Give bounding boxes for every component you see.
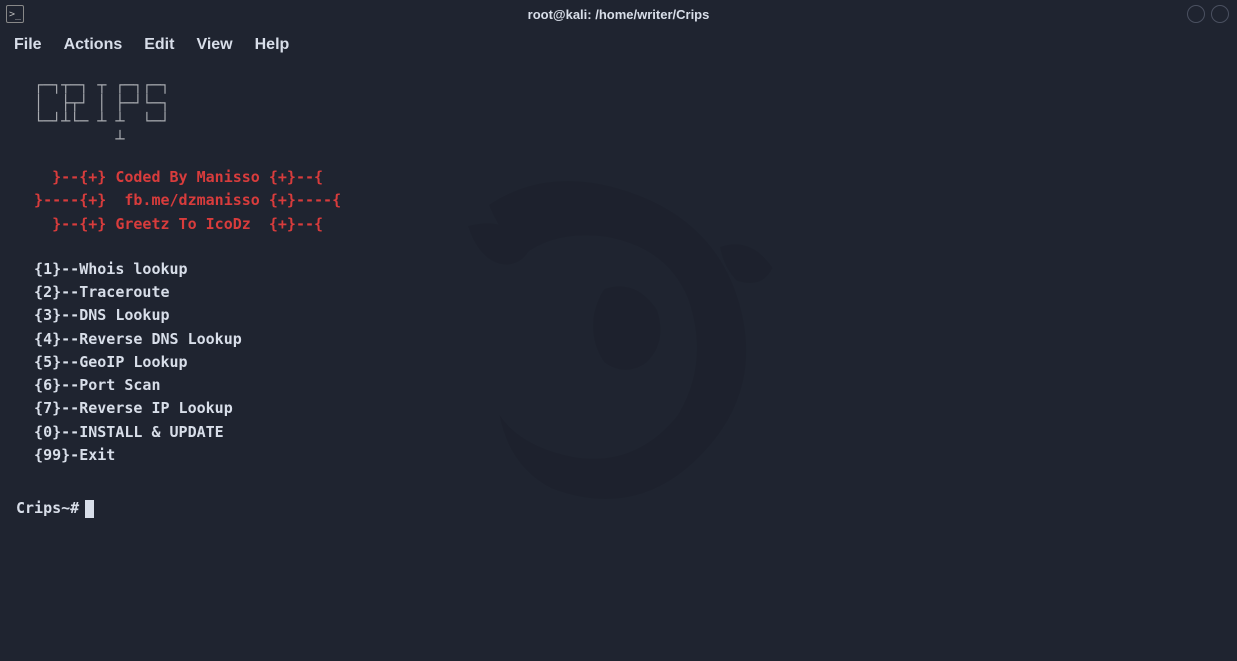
credit-line-2: }----{+} fb.me/dzmanisso {+}----{ <box>16 189 1221 212</box>
menu-actions[interactable]: Actions <box>64 36 123 54</box>
menu-edit[interactable]: Edit <box>144 36 174 54</box>
minimize-button[interactable] <box>1187 5 1205 23</box>
prompt-text: Crips~# <box>16 497 79 520</box>
terminal-area[interactable]: ┌─┐┬─┐ ┬ ┌─┐┌─┐ │ ├┬┘ │ ├─┘└─┐ └─┘┴└─ ┴ … <box>0 62 1237 530</box>
maximize-button[interactable] <box>1211 5 1229 23</box>
credit-line-3: }--{+} Greetz To IcoDz {+}--{ <box>16 213 1221 236</box>
ascii-banner: ┌─┐┬─┐ ┬ ┌─┐┌─┐ │ ├┬┘ │ ├─┘└─┐ └─┘┴└─ ┴ … <box>16 76 1221 148</box>
option-reverse-ip: {7}--Reverse IP Lookup <box>16 397 1221 420</box>
spacer <box>16 236 1221 258</box>
option-reverse-dns: {4}--Reverse DNS Lookup <box>16 328 1221 351</box>
terminal-app-icon: >_ <box>6 5 24 23</box>
menu-view[interactable]: View <box>196 36 232 54</box>
credit-line-1: }--{+} Coded By Manisso {+}--{ <box>16 166 1221 189</box>
prompt-line[interactable]: Crips~# <box>16 497 1221 520</box>
option-install-update: {0}--INSTALL & UPDATE <box>16 421 1221 444</box>
titlebar: >_ root@kali: /home/writer/Crips <box>0 0 1237 28</box>
menu-help[interactable]: Help <box>255 36 290 54</box>
option-dns-lookup: {3}--DNS Lookup <box>16 304 1221 327</box>
window-controls <box>1187 5 1229 23</box>
window-title: root@kali: /home/writer/Crips <box>528 7 710 22</box>
cursor <box>85 500 94 518</box>
option-traceroute: {2}--Traceroute <box>16 281 1221 304</box>
option-exit: {99}-Exit <box>16 444 1221 467</box>
option-whois: {1}--Whois lookup <box>16 258 1221 281</box>
option-geoip: {5}--GeoIP Lookup <box>16 351 1221 374</box>
menubar: File Actions Edit View Help <box>0 28 1237 62</box>
option-port-scan: {6}--Port Scan <box>16 374 1221 397</box>
menu-file[interactable]: File <box>14 36 42 54</box>
